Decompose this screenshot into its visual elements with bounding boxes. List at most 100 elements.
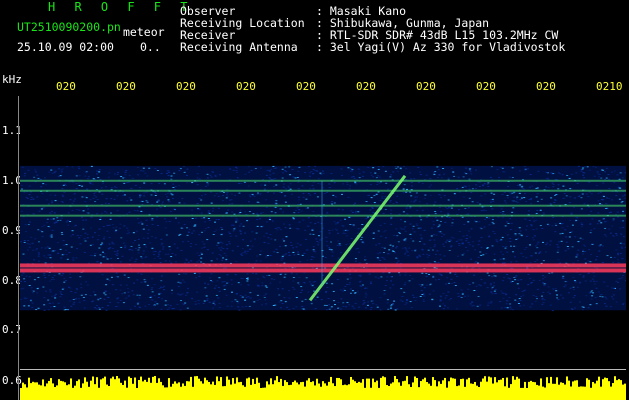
amplitude-bar xyxy=(546,377,548,400)
noise-pixel xyxy=(185,258,188,260)
noise-pixel xyxy=(254,181,257,183)
noise-pixel xyxy=(50,234,53,236)
noise-pixel xyxy=(441,177,444,179)
noise-pixel xyxy=(27,239,30,241)
frequency-unit: kHz xyxy=(2,73,22,86)
noise-pixel xyxy=(331,203,334,205)
noise-pixel xyxy=(305,198,308,200)
noise-pixel xyxy=(388,249,391,251)
amplitude-bar xyxy=(236,377,238,400)
noise-pixel xyxy=(170,193,173,195)
noise-pixel xyxy=(411,250,414,252)
noise-pixel xyxy=(178,202,181,204)
amplitude-bar xyxy=(118,378,120,400)
noise-pixel xyxy=(589,280,592,282)
noise-pixel xyxy=(501,193,504,195)
noise-pixel xyxy=(30,287,33,289)
noise-pixel xyxy=(181,198,184,200)
noise-pixel xyxy=(599,244,602,246)
noise-pixel xyxy=(272,172,275,174)
noise-pixel xyxy=(545,251,548,253)
noise-pixel xyxy=(123,182,126,184)
noise-pixel xyxy=(326,211,329,213)
noise-pixel xyxy=(246,277,249,279)
noise-pixel xyxy=(406,250,409,252)
noise-pixel xyxy=(570,173,573,175)
noise-pixel xyxy=(64,280,67,282)
noise-pixel xyxy=(533,235,536,237)
noise-pixel xyxy=(222,247,225,249)
noise-pixel xyxy=(370,306,373,308)
noise-pixel xyxy=(619,252,622,254)
noise-pixel xyxy=(606,255,609,257)
noise-pixel xyxy=(362,171,365,173)
noise-pixel xyxy=(170,292,173,294)
noise-pixel xyxy=(604,227,607,229)
noise-pixel xyxy=(41,231,44,233)
noise-pixel xyxy=(342,302,345,304)
amplitude-bar xyxy=(204,377,206,400)
noise-pixel xyxy=(401,247,404,249)
noise-pixel xyxy=(243,252,246,254)
noise-pixel xyxy=(542,302,545,304)
noise-pixel xyxy=(349,243,352,245)
noise-pixel xyxy=(70,291,73,293)
noise-pixel xyxy=(436,250,439,252)
noise-pixel xyxy=(96,213,99,215)
amplitude-bar xyxy=(22,382,24,400)
noise-pixel xyxy=(523,166,526,168)
noise-pixel xyxy=(35,171,38,173)
noise-pixel xyxy=(32,198,35,200)
noise-pixel xyxy=(393,252,396,254)
noise-pixel xyxy=(101,212,104,214)
noise-pixel xyxy=(160,275,163,277)
noise-pixel xyxy=(80,287,83,289)
amplitude-bar xyxy=(452,378,454,400)
noise-pixel xyxy=(194,303,197,305)
noise-pixel xyxy=(408,207,411,209)
noise-pixel xyxy=(314,192,317,194)
noise-pixel xyxy=(345,306,348,308)
noise-pixel xyxy=(602,182,605,184)
noise-pixel xyxy=(603,171,606,173)
noise-pixel xyxy=(331,251,334,253)
noise-pixel xyxy=(378,243,381,245)
noise-pixel xyxy=(493,253,496,255)
noise-pixel xyxy=(82,219,85,221)
noise-pixel xyxy=(429,194,432,196)
noise-pixel xyxy=(434,211,437,213)
noise-pixel xyxy=(503,262,506,264)
noise-pixel xyxy=(114,231,117,233)
noise-pixel xyxy=(114,253,117,255)
noise-pixel xyxy=(95,196,98,198)
noise-pixel xyxy=(126,227,129,229)
amplitude-bar xyxy=(396,378,398,400)
noise-pixel xyxy=(363,302,366,304)
noise-pixel xyxy=(445,283,448,285)
noise-pixel xyxy=(284,188,287,190)
noise-pixel xyxy=(297,282,300,284)
noise-pixel xyxy=(137,302,140,304)
noise-pixel xyxy=(372,212,375,214)
noise-pixel xyxy=(554,223,557,225)
noise-pixel xyxy=(311,285,314,287)
noise-pixel xyxy=(122,242,125,244)
noise-pixel xyxy=(427,249,430,251)
amplitude-bar xyxy=(520,387,522,400)
amplitude-bar xyxy=(346,385,348,400)
noise-pixel xyxy=(278,281,281,283)
noise-pixel xyxy=(511,200,514,202)
noise-pixel xyxy=(541,275,544,277)
noise-pixel xyxy=(217,195,220,197)
noise-pixel xyxy=(333,202,336,204)
noise-pixel xyxy=(157,256,160,258)
noise-pixel xyxy=(205,295,208,297)
amplitude-bar xyxy=(442,380,444,400)
noise-pixel xyxy=(527,284,530,286)
amplitude-bar xyxy=(394,376,396,400)
noise-pixel xyxy=(31,302,34,304)
noise-pixel xyxy=(530,198,533,200)
noise-pixel xyxy=(450,224,453,226)
noise-pixel xyxy=(572,276,575,278)
noise-pixel xyxy=(117,276,120,278)
